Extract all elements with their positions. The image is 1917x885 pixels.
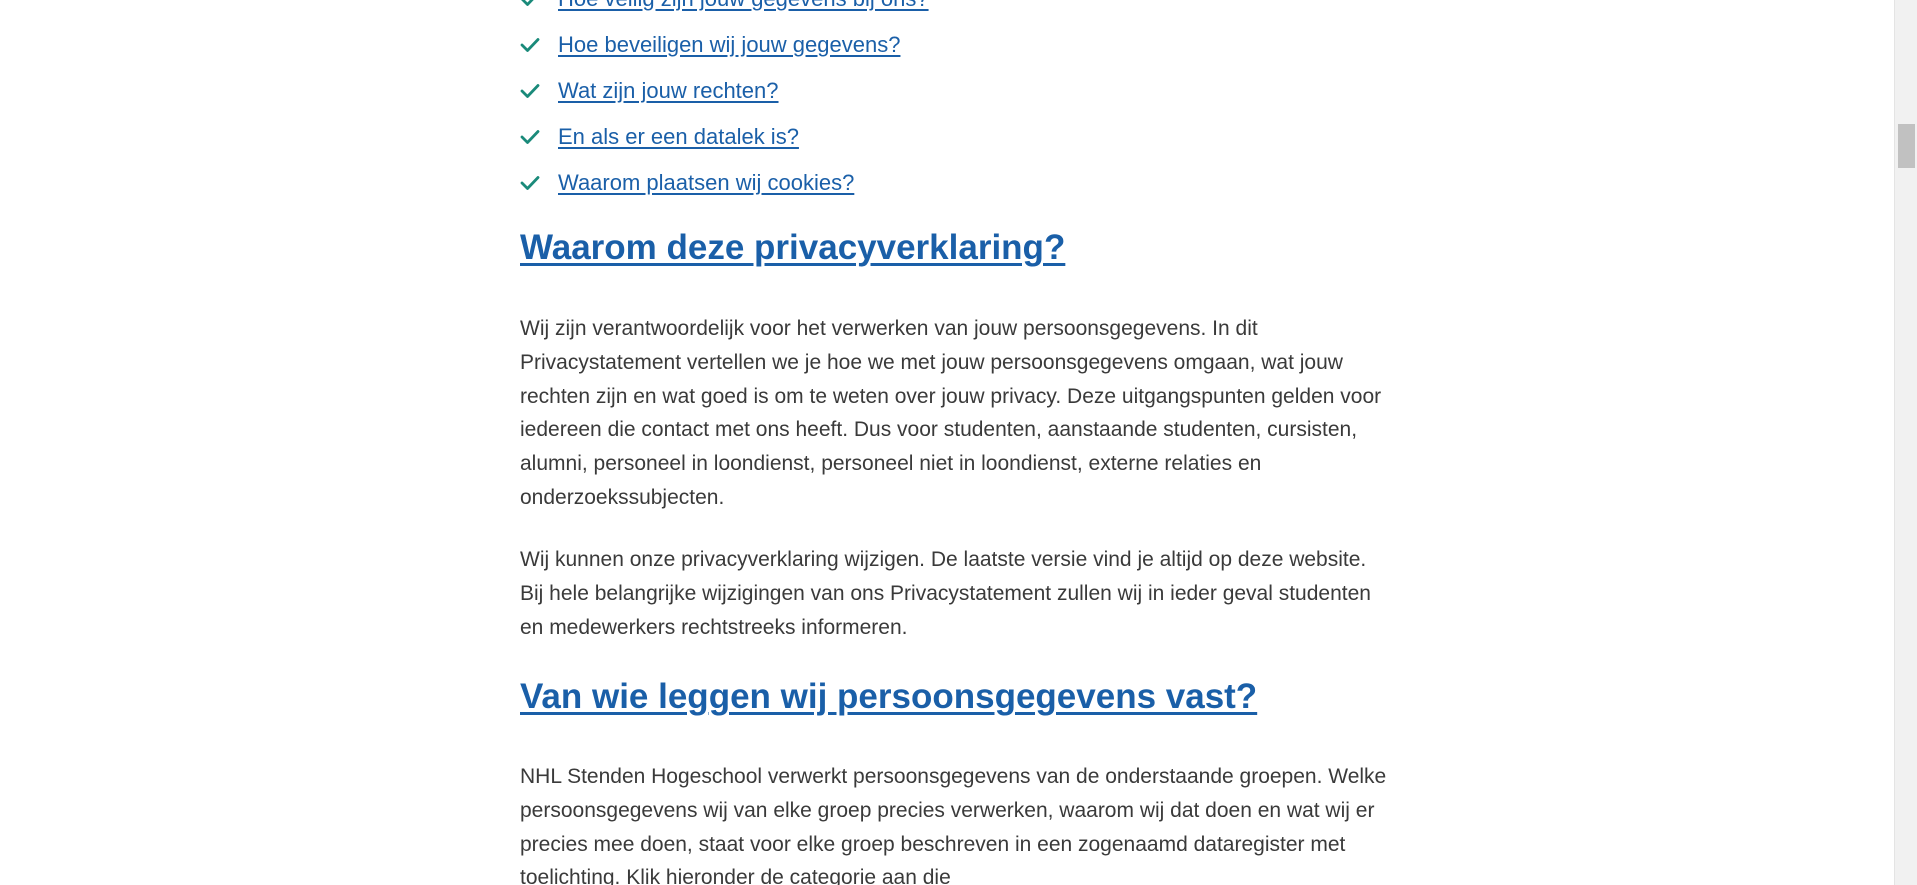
section2-paragraph-1: NHL Stenden Hogeschool verwerkt persoons…	[520, 765, 1387, 885]
section-heading-why-privacy[interactable]: Waarom deze privacyverklaring?	[520, 228, 1065, 268]
toc-item: Hoe veilig zijn jouw gegevens bij ons?	[520, 0, 929, 22]
vertical-scrollbar[interactable]	[1894, 0, 1917, 885]
check-icon	[520, 37, 558, 53]
toc-link-rights[interactable]: Wat zijn jouw rechten?	[558, 78, 779, 104]
section1-paragraph-2: Wij kunnen onze privacyverklaring wijzig…	[520, 548, 1371, 639]
toc-item: En als er een datalek is?	[520, 114, 929, 160]
toc-item: Waarom plaatsen wij cookies?	[520, 160, 929, 206]
toc-item: Wat zijn jouw rechten?	[520, 68, 929, 114]
toc-link-cookies[interactable]: Waarom plaatsen wij cookies?	[558, 170, 854, 196]
check-icon	[520, 129, 558, 145]
check-icon	[520, 0, 558, 7]
toc-link-datalek[interactable]: En als er een datalek is?	[558, 124, 799, 150]
toc-link-security[interactable]: Hoe veilig zijn jouw gegevens bij ons?	[558, 0, 929, 12]
section1-paragraph-1: Wij zijn verantwoordelijk voor het verwe…	[520, 317, 1382, 509]
section-heading-whose-data[interactable]: Van wie leggen wij persoonsgegevens vast…	[520, 677, 1257, 717]
check-icon	[520, 83, 558, 99]
check-icon	[520, 175, 558, 191]
toc-link-protection[interactable]: Hoe beveiligen wij jouw gegevens?	[558, 32, 900, 58]
scrollbar-thumb[interactable]	[1898, 124, 1915, 168]
toc-item: Hoe beveiligen wij jouw gegevens?	[520, 22, 929, 68]
table-of-contents: Hoe veilig zijn jouw gegevens bij ons? H…	[520, 0, 929, 206]
